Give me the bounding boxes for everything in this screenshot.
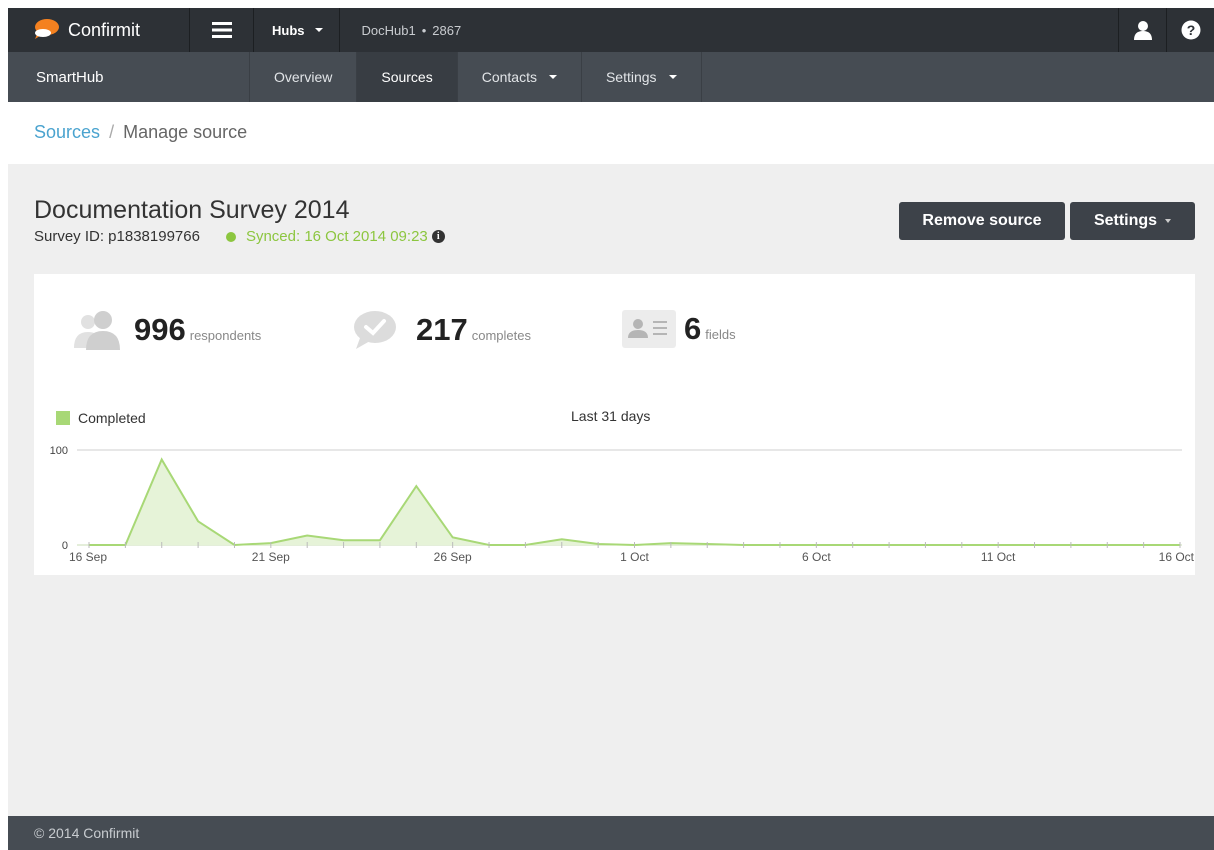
chart-legend: Completed <box>56 410 146 426</box>
settings-dropdown-button[interactable]: Settings <box>1070 202 1195 240</box>
source-stats-card: 996 respondents 217 completes 6 fields C… <box>34 274 1195 575</box>
people-icon <box>74 311 120 350</box>
svg-text:?: ? <box>1186 22 1195 38</box>
x-tick-label: 6 Oct <box>802 550 831 564</box>
settings-label: Settings <box>1093 212 1158 229</box>
fields-stat: 6 fields <box>622 310 736 348</box>
completes-count: 217 <box>416 312 468 347</box>
x-tick-label: 1 Oct <box>620 550 649 564</box>
respondents-label: respondents <box>189 327 262 343</box>
hamburger-icon <box>211 22 232 38</box>
completes-label: completes <box>471 327 531 343</box>
legend-swatch <box>56 411 70 425</box>
menu-button[interactable] <box>190 8 254 52</box>
help-icon: ? <box>1181 20 1200 40</box>
nav-brand[interactable]: SmartHub <box>8 52 250 102</box>
brand-name: Confirmit <box>68 19 141 40</box>
sync-status: Synced: 16 Oct 2014 09:23 <box>245 228 428 245</box>
series-line <box>89 457 1180 547</box>
breadcrumb-current: Manage source <box>123 122 248 142</box>
tab-label: Settings <box>605 69 657 85</box>
user-menu-button[interactable] <box>1118 8 1166 52</box>
remove-source-button[interactable]: Remove source <box>899 202 1065 240</box>
remove-source-label: Remove source <box>922 212 1042 229</box>
survey-id: Survey ID: p1838199766 <box>34 228 200 245</box>
sync-status-dot-icon <box>225 231 236 242</box>
chart-title: Last 31 days <box>571 408 651 424</box>
hub-name: DocHub1 <box>361 22 416 38</box>
user-icon <box>1133 21 1152 40</box>
brand-logo[interactable]: Confirmit <box>8 8 190 52</box>
completed-area-chart: 0 100 16 Sep 21 Sep 26 Sep 1 Oct 6 Oct 11 Oct 16… <box>50 445 1195 564</box>
x-tick-label: 26 Sep <box>434 550 472 564</box>
x-tick-label: 16 Oct <box>1159 550 1195 564</box>
chevron-down-icon <box>1165 219 1172 223</box>
respondents-stat: 996 respondents <box>70 310 261 350</box>
x-tick-label: 16 Sep <box>69 550 107 564</box>
breadcrumb-sources-link[interactable]: Sources <box>34 122 100 142</box>
y-tick-label: 100 <box>50 445 68 457</box>
confirmit-logo-icon <box>35 19 59 39</box>
tab-overview[interactable]: Overview <box>250 52 358 102</box>
chevron-down-icon <box>314 28 323 32</box>
info-icon[interactable]: i <box>431 230 445 243</box>
breadcrumb-separator: / <box>109 122 115 142</box>
tab-sources[interactable]: Sources <box>357 52 458 102</box>
help-button[interactable]: ? <box>1166 8 1214 52</box>
tab-label: Contacts <box>481 69 537 85</box>
chevron-down-icon <box>548 75 557 79</box>
tab-settings[interactable]: Settings <box>582 52 702 102</box>
hub-separator: • <box>421 22 427 38</box>
footer: © 2014 Confirmit <box>8 816 1214 850</box>
current-hub: DocHub1 • 2867 <box>340 23 462 38</box>
x-tick-label: 11 Oct <box>981 550 1016 564</box>
top-bar: Confirmit Hubs DocHub1 • 2867 ? <box>8 8 1214 52</box>
respondents-count: 996 <box>134 312 186 347</box>
breadcrumb: Sources / Manage source <box>34 122 247 143</box>
main-content: Documentation Survey 2014 Survey ID: p18… <box>8 164 1214 816</box>
main-nav: SmartHub Overview Sources Contacts Setti… <box>8 52 1214 102</box>
page-title: Documentation Survey 2014 <box>34 196 350 224</box>
completes-stat: 217 completes <box>352 310 531 350</box>
x-tick-label: 21 Sep <box>252 550 290 564</box>
series-area <box>89 459 1180 545</box>
y-tick-label: 0 <box>62 540 68 552</box>
source-meta: Survey ID: p1838199766 Synced: 16 Oct 20… <box>34 228 445 245</box>
fields-label: fields <box>705 326 736 342</box>
tab-contacts[interactable]: Contacts <box>458 52 582 102</box>
legend-label: Completed <box>78 410 146 426</box>
contact-card-icon <box>622 310 676 348</box>
hubs-dropdown[interactable]: Hubs <box>254 8 340 52</box>
tab-label: Overview <box>274 69 333 85</box>
hubs-label: Hubs <box>272 22 305 38</box>
tab-label: Sources <box>381 69 433 85</box>
footer-copyright: © 2014 Confirmit <box>34 825 140 841</box>
chevron-down-icon <box>668 75 677 79</box>
hub-id: 2867 <box>432 22 462 38</box>
fields-count: 6 <box>684 311 702 346</box>
chat-check-icon <box>354 311 396 349</box>
